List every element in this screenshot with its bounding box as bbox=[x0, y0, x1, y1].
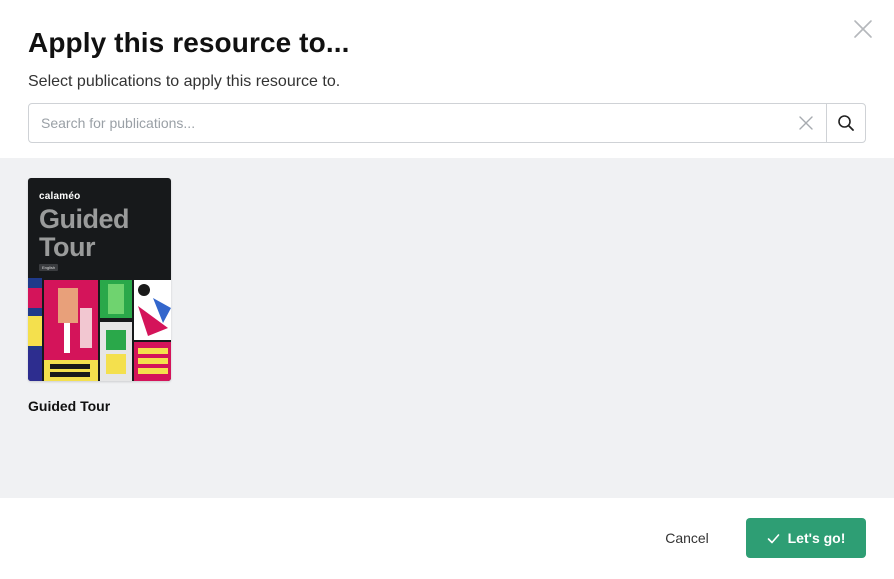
clear-search-button[interactable] bbox=[786, 104, 826, 142]
search-box bbox=[28, 103, 866, 143]
apply-resource-dialog: Apply this resource to... Select publica… bbox=[0, 0, 894, 579]
dialog-subtitle: Select publications to apply this resour… bbox=[28, 73, 341, 90]
check-icon bbox=[767, 533, 779, 543]
dialog-title: Apply this resource to... bbox=[28, 27, 350, 58]
cover-language-badge: English bbox=[39, 264, 59, 271]
cancel-button[interactable]: Cancel bbox=[648, 518, 726, 558]
search-icon bbox=[838, 115, 854, 131]
close-button[interactable] bbox=[851, 17, 875, 41]
publication-card[interactable]: calaméo Guided Tour English Guided Tour bbox=[28, 178, 171, 415]
publications-grid: calaméo Guided Tour English Guided Tour bbox=[0, 158, 894, 498]
lets-go-button[interactable]: Let's go! bbox=[746, 518, 866, 558]
close-icon bbox=[854, 20, 872, 38]
publication-cover[interactable]: calaméo Guided Tour English bbox=[28, 178, 171, 381]
publication-title[interactable]: Guided Tour bbox=[28, 397, 171, 415]
lets-go-label: Let's go! bbox=[787, 530, 846, 546]
cover-title: Guided Tour bbox=[39, 204, 130, 262]
clear-icon bbox=[799, 116, 813, 130]
search-button[interactable] bbox=[826, 104, 865, 142]
cover-collage-image bbox=[28, 278, 171, 381]
cover-brand: calaméo bbox=[39, 191, 81, 202]
search-input[interactable] bbox=[29, 104, 786, 142]
